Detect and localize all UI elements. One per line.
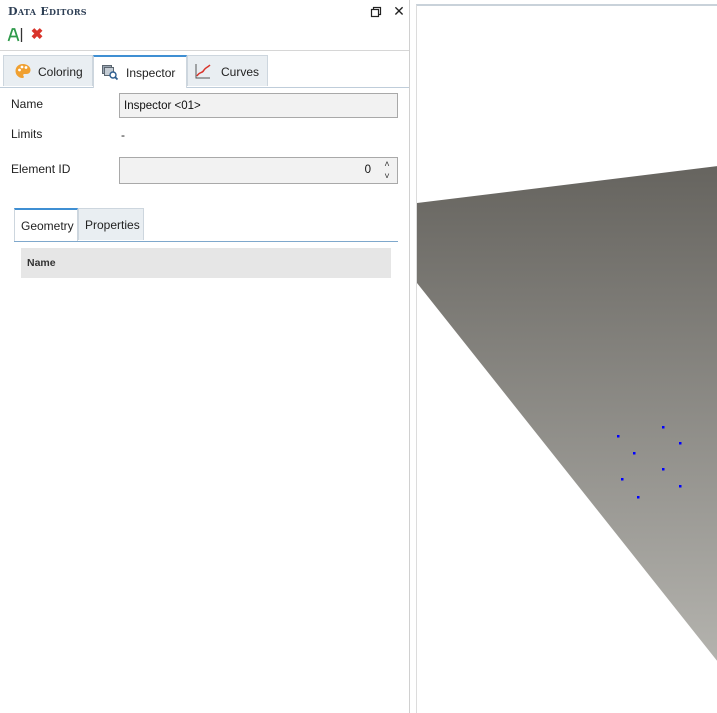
limits-value: -: [121, 128, 125, 142]
mesh-surface[interactable]: [417, 166, 717, 662]
tab-coloring-label: Coloring: [38, 65, 83, 79]
tab-properties-label: Properties: [85, 218, 140, 232]
data-editors-panel: Data Editors ✕ ✖ Coloring Inspector Curv…: [0, 0, 410, 713]
tab-coloring[interactable]: Coloring: [3, 55, 93, 86]
inspector-subtabs: Geometry Properties: [14, 208, 398, 242]
inspection-point[interactable]: [633, 452, 636, 455]
tab-inspector[interactable]: Inspector: [93, 55, 187, 88]
geometry-grid-header: Name: [21, 248, 391, 278]
tab-properties[interactable]: Properties: [78, 208, 144, 240]
element-id-label: Element ID: [11, 162, 71, 176]
tab-curves-label: Curves: [221, 65, 260, 79]
inspection-point[interactable]: [662, 426, 665, 429]
inspection-point[interactable]: [621, 478, 624, 481]
element-id-stepper[interactable]: 0 ˄ ˅: [119, 157, 398, 184]
restore-window-icon[interactable]: [370, 6, 382, 18]
grid-column-name[interactable]: Name: [27, 257, 56, 269]
close-icon[interactable]: ✕: [392, 3, 406, 19]
palette-icon: [14, 62, 32, 80]
inspection-point[interactable]: [679, 485, 682, 488]
spin-down-icon[interactable]: ˅: [381, 171, 393, 182]
inspection-point[interactable]: [617, 435, 620, 438]
element-id-value: 0: [364, 164, 371, 176]
tab-inspector-label: Inspector: [126, 66, 176, 80]
inspection-point[interactable]: [637, 496, 640, 499]
tab-curves[interactable]: Curves: [187, 55, 268, 86]
rename-icon[interactable]: [7, 26, 25, 44]
delete-icon[interactable]: ✖: [30, 26, 44, 44]
tab-geometry[interactable]: Geometry: [14, 208, 78, 241]
inspector-icon: [101, 63, 119, 81]
panel-header: Data Editors ✕ ✖: [0, 0, 409, 51]
3d-viewport[interactable]: [416, 4, 717, 713]
curves-icon: [194, 62, 212, 80]
viewport-scene: [417, 166, 717, 662]
editor-tabs: Coloring Inspector Curves: [0, 55, 409, 88]
name-field[interactable]: [119, 93, 398, 118]
spin-up-icon[interactable]: ˄: [381, 159, 393, 170]
inspection-point[interactable]: [662, 468, 665, 471]
name-label: Name: [11, 97, 44, 111]
tab-geometry-label: Geometry: [21, 219, 74, 233]
panel-title: Data Editors: [8, 5, 87, 18]
inspection-point[interactable]: [679, 442, 682, 445]
limits-label: Limits: [11, 127, 43, 141]
